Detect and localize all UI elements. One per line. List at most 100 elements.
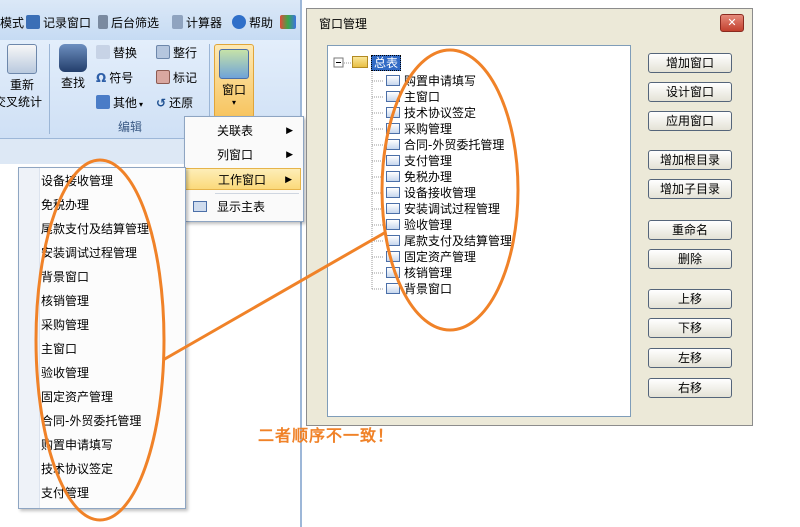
menu-item-label: 工作窗口	[218, 173, 267, 187]
form-icon	[386, 123, 400, 134]
tree-node[interactable]: 技术协议签定	[386, 105, 476, 121]
tree-node[interactable]: 安装调试过程管理	[386, 201, 500, 217]
delete-button[interactable]: 删除	[648, 249, 732, 269]
add-window-button[interactable]: 增加窗口	[648, 53, 732, 73]
tree-root[interactable]: 总表	[352, 55, 402, 71]
work-window-item[interactable]: 安装调试过程管理	[41, 241, 137, 265]
people-icon-shape	[280, 15, 296, 29]
arrange-button[interactable]: 整行	[156, 44, 197, 62]
window-button[interactable]: 窗口 ▾	[214, 44, 254, 118]
menu-item-related-table[interactable]: 关联表 ▶	[185, 120, 301, 142]
apply-window-button[interactable]: 应用窗口	[648, 111, 732, 131]
menu-gutter	[19, 168, 40, 508]
replace-icon	[96, 45, 110, 59]
replace-button[interactable]: 替换	[96, 44, 137, 62]
tree-node[interactable]: 固定资产管理	[386, 249, 476, 265]
tree-node[interactable]: 主窗口	[386, 89, 440, 105]
tree-node[interactable]: 核销管理	[386, 265, 452, 281]
work-window-item[interactable]: 购置申请填写	[41, 433, 113, 457]
tree-node[interactable]: 免税办理	[386, 169, 452, 185]
work-window-item[interactable]: 免税办理	[41, 193, 89, 217]
work-window-item[interactable]: 验收管理	[41, 361, 89, 385]
work-window-item[interactable]: 合同-外贸委托管理	[41, 409, 141, 433]
tree-node-label: 支付管理	[404, 154, 453, 168]
chevron-right-icon: ▶	[286, 150, 293, 160]
work-window-item[interactable]: 主窗口	[41, 337, 77, 361]
window-submenu: 关联表 ▶ 列窗口 ▶ 工作窗口 ▶ 显示主表	[184, 116, 304, 222]
menu-separator	[215, 193, 299, 194]
window-icon	[219, 49, 249, 79]
toolbar-item-mode[interactable]: 模式	[0, 14, 24, 32]
form-icon	[386, 235, 400, 246]
menu-item-label: 列窗口	[217, 148, 254, 162]
form-icon	[386, 251, 400, 262]
work-window-item[interactable]: 设备接收管理	[41, 169, 113, 193]
work-window-item[interactable]: 采购管理	[41, 313, 89, 337]
move-right-button[interactable]: 右移	[648, 378, 732, 398]
chevron-down-icon: ▾	[139, 100, 144, 109]
tree-node-label: 尾款支付及结算管理	[404, 234, 513, 248]
form-icon	[386, 267, 400, 278]
chevron-right-icon: ▶	[286, 126, 293, 136]
design-window-button[interactable]: 设计窗口	[648, 82, 732, 102]
tree-lines	[333, 57, 384, 290]
table-icon	[193, 201, 207, 212]
tree-node[interactable]: 设备接收管理	[386, 185, 476, 201]
tree-node-label: 背景窗口	[404, 282, 453, 296]
chevron-down-icon: ▾	[231, 98, 236, 107]
menu-item-show-main-table[interactable]: 显示主表	[185, 196, 301, 218]
move-up-button[interactable]: 上移	[648, 289, 732, 309]
mark-icon	[156, 70, 170, 84]
tree-node[interactable]: 背景窗口	[386, 281, 452, 297]
work-window-item[interactable]: 技术协议签定	[41, 457, 113, 481]
rename-button[interactable]: 重命名	[648, 220, 732, 240]
toolbar-item-help[interactable]: 帮助	[232, 14, 273, 32]
toolbar-item-filter[interactable]: 后台筛选	[98, 14, 159, 32]
toolbar-item-label: 计算器	[186, 16, 223, 30]
other-button[interactable]: 其他 ▾	[96, 94, 143, 112]
tree-node-label: 免税办理	[404, 170, 453, 184]
mark-button[interactable]: 标记	[156, 69, 197, 87]
add-sub-dir-button[interactable]: 增加子目录	[648, 179, 732, 199]
tree-node[interactable]: 验收管理	[386, 217, 452, 233]
tree-node-label: 主窗口	[404, 90, 441, 104]
cross-stat-button[interactable]: 重新 交叉统计	[0, 44, 44, 110]
tree-node[interactable]: 尾款支付及结算管理	[386, 233, 512, 249]
arrange-icon	[156, 45, 170, 59]
group-separator	[49, 44, 50, 134]
arrange-label: 整行	[173, 46, 198, 60]
work-window-item[interactable]: 背景窗口	[41, 265, 89, 289]
record-window-icon	[26, 15, 40, 29]
work-window-item[interactable]: 固定资产管理	[41, 385, 113, 409]
menu-item-work-window[interactable]: 工作窗口 ▶	[185, 168, 301, 190]
symbol-button[interactable]: Ω 符号	[96, 69, 133, 87]
toolbar-item-label: 后台筛选	[111, 16, 160, 30]
tree-node[interactable]: 采购管理	[386, 121, 452, 137]
tree-node-label: 验收管理	[404, 218, 453, 232]
cross-stat-label-2: 交叉统计	[0, 95, 42, 109]
toolbar-item-record-window[interactable]: 记录窗口	[26, 14, 91, 32]
move-left-button[interactable]: 左移	[648, 348, 732, 368]
work-window-item[interactable]: 核销管理	[41, 289, 89, 313]
restore-icon: ↺	[156, 96, 167, 110]
find-button[interactable]: 查找	[56, 44, 90, 91]
toolbar-item-calculator[interactable]: 计算器	[172, 14, 222, 32]
close-icon[interactable]: ✕	[720, 14, 744, 32]
people-icon[interactable]	[280, 14, 299, 32]
symbol-label: 符号	[109, 71, 134, 85]
tree-node[interactable]: 支付管理	[386, 153, 452, 169]
work-window-item[interactable]: 尾款支付及结算管理	[41, 217, 149, 241]
form-icon	[386, 187, 400, 198]
binoculars-icon	[59, 44, 87, 72]
work-window-item[interactable]: 支付管理	[41, 481, 89, 505]
add-root-dir-button[interactable]: 增加根目录	[648, 150, 732, 170]
tree-node[interactable]: 购置申请填写	[386, 73, 476, 89]
menu-item-column-window[interactable]: 列窗口 ▶	[185, 144, 301, 166]
restore-label: 还原	[169, 96, 194, 110]
restore-button[interactable]: ↺ 还原	[156, 94, 193, 112]
toolbar-item-label: 模式	[0, 16, 25, 30]
move-down-button[interactable]: 下移	[648, 318, 732, 338]
help-icon	[232, 15, 246, 29]
form-icon	[386, 139, 400, 150]
tree-node[interactable]: 合同-外贸委托管理	[386, 137, 504, 153]
